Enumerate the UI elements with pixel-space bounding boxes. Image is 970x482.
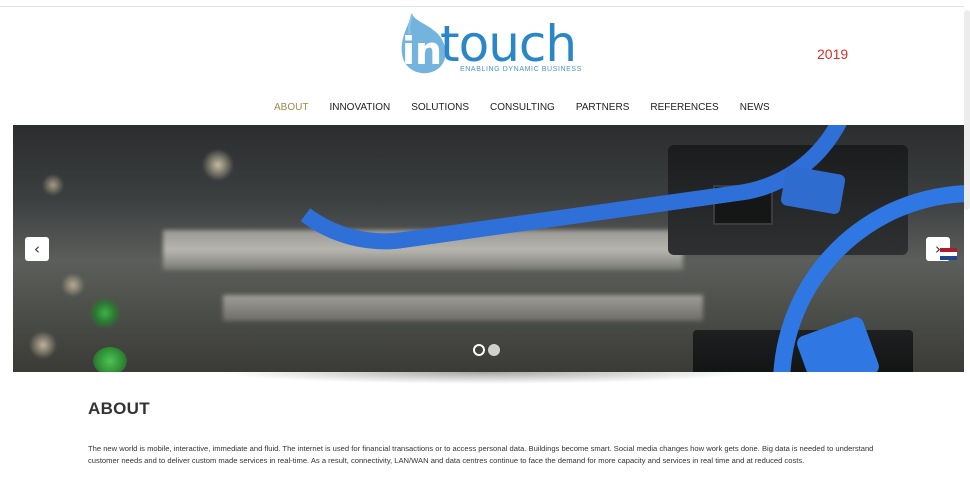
main-nav: ABOUT INNOVATION SOLUTIONS CONSULTING PA…: [274, 101, 791, 115]
nav-item-about[interactable]: ABOUT: [274, 101, 308, 115]
page: in touch ENABLING DYNAMIC BUSINESS 2019 …: [0, 0, 970, 482]
nav-item-references[interactable]: REFERENCES: [650, 101, 718, 115]
slider-dot-1[interactable]: [473, 344, 485, 356]
slider-shadow: [220, 372, 750, 384]
nav-item-innovation[interactable]: INNOVATION: [329, 101, 390, 115]
svg-text:in: in: [402, 29, 442, 73]
year-label: 2019: [817, 46, 849, 62]
top-divider: [0, 6, 964, 7]
green-led-light: [93, 347, 127, 372]
logo-wordmark: touch: [440, 15, 577, 73]
intouch-logo[interactable]: in touch ENABLING DYNAMIC BUSINESS: [398, 12, 581, 78]
slider-dot-2[interactable]: [488, 344, 500, 356]
nav-item-consulting[interactable]: CONSULTING: [490, 101, 555, 115]
netherlands-flag-icon[interactable]: [940, 248, 957, 260]
nav-item-partners[interactable]: PARTNERS: [576, 101, 630, 115]
about-heading: ABOUT: [88, 399, 150, 418]
nav-item-news[interactable]: NEWS: [740, 101, 770, 115]
nav-item-solutions[interactable]: SOLUTIONS: [411, 101, 469, 115]
slider-prev-button[interactable]: ‹: [25, 237, 49, 261]
hero-slider-image: [13, 125, 964, 372]
scrollbar[interactable]: [964, 10, 970, 210]
server-rack-panel-lower: [223, 295, 703, 321]
chevron-left-icon: ‹: [34, 239, 40, 258]
slider-pagination: [473, 344, 503, 356]
logo-tagline: ENABLING DYNAMIC BUSINESS: [460, 66, 582, 73]
about-paragraph: The new world is mobile, interactive, im…: [88, 444, 874, 465]
